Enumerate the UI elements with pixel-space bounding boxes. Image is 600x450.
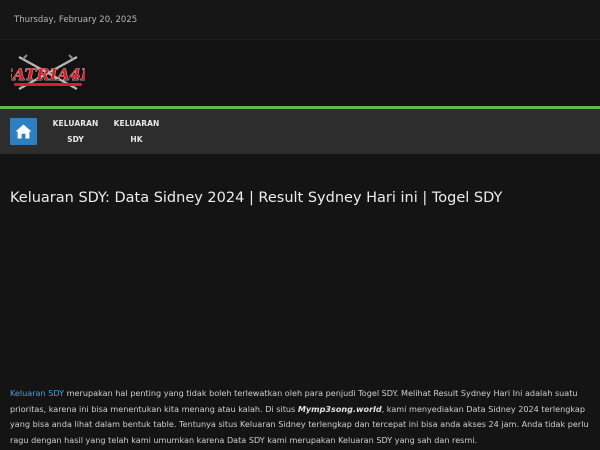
keluaran-sdy-link[interactable]: Keluaran SDY xyxy=(10,388,64,398)
nav-item-label-line2: SDY xyxy=(67,134,84,144)
home-button[interactable] xyxy=(10,118,37,145)
site-header: SATRIA4D xyxy=(0,40,600,106)
main-content: Keluaran SDY: Data Sidney 2024 | Result … xyxy=(0,188,600,448)
svg-text:SATRIA4D: SATRIA4D xyxy=(11,65,85,84)
page-title: Keluaran SDY: Data Sidney 2024 | Result … xyxy=(10,190,503,206)
top-bar: Thursday, February 20, 2025 xyxy=(0,0,600,40)
nav-item-label-line1: KELUARAN xyxy=(113,118,160,128)
nav-item-keluaran-sdy[interactable]: KELUARAN SDY xyxy=(45,116,106,148)
home-icon xyxy=(15,124,32,139)
site-name: Mymp3song.world xyxy=(297,403,382,414)
ad-space xyxy=(10,208,590,386)
current-date: Thursday, February 20, 2025 xyxy=(14,14,138,25)
nav-item-keluaran-hk[interactable]: KELUARAN HK xyxy=(106,116,167,148)
intro-paragraph: Keluaran SDY merupakan hal penting yang … xyxy=(10,386,590,448)
main-navigation: KELUARAN SDY KELUARAN HK xyxy=(0,109,600,154)
nav-item-label-line1: KELUARAN xyxy=(52,118,99,128)
site-logo[interactable]: SATRIA4D xyxy=(11,53,85,93)
nav-item-label-line2: HK xyxy=(130,134,143,144)
